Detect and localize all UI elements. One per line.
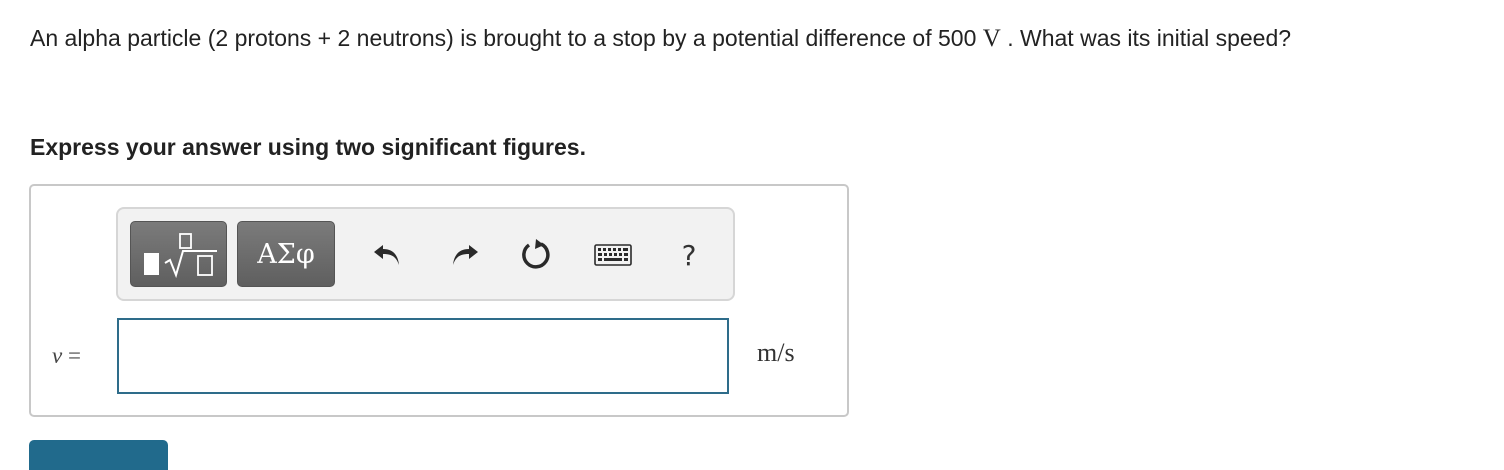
answer-panel: ΑΣφ ? v = m/s [29, 184, 849, 417]
submit-button[interactable] [29, 440, 168, 470]
equals-sign: = [62, 343, 81, 368]
greek-symbols-button[interactable]: ΑΣφ [237, 221, 335, 287]
answer-input[interactable] [117, 318, 729, 394]
help-button[interactable]: ? [669, 235, 709, 275]
templates-button[interactable] [130, 221, 227, 287]
instruction-text: Express your answer using two significan… [30, 134, 586, 160]
question-text-end: . What was its initial speed? [1000, 25, 1292, 51]
keyboard-icon[interactable] [593, 235, 633, 275]
answer-variable-label: v = [52, 343, 81, 369]
math-toolbar: ΑΣφ ? [116, 207, 735, 301]
redo-icon[interactable] [444, 235, 484, 275]
undo-icon[interactable] [368, 235, 408, 275]
question-text: An alpha particle (2 protons + 2 neutron… [30, 22, 1291, 55]
question-text-start: An alpha particle (2 protons + 2 neutron… [30, 25, 983, 51]
reset-icon[interactable] [516, 235, 556, 275]
templates-radical-icon [144, 233, 217, 279]
voltage-unit: V [982, 25, 1001, 52]
answer-unit: m/s [757, 338, 795, 367]
variable-symbol: v [52, 343, 63, 368]
